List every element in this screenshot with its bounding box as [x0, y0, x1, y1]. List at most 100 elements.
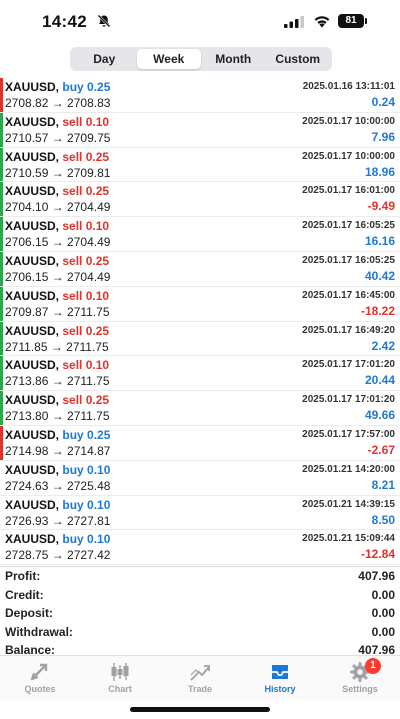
trade-profit: -2.67: [367, 442, 395, 457]
settings-badge: 1: [365, 658, 381, 674]
trade-volume: 0.10: [87, 532, 111, 547]
trade-time: 2025.01.17 10:00:00: [302, 150, 395, 162]
trade-side: sell: [62, 358, 83, 373]
trade-profit: 20.44: [364, 373, 395, 388]
tab-month[interactable]: Month: [201, 49, 266, 69]
trade-row[interactable]: XAUUSD, buy 0.25 2714.98 → 2714.87 2025.01…: [0, 425, 400, 461]
trade-time: 2025.01.21 14:39:15: [302, 498, 395, 510]
trade-side: sell: [62, 288, 83, 303]
trade-side: buy: [62, 80, 84, 94]
trade-indicator-bar: [0, 286, 3, 321]
trade-indicator-bar: [0, 425, 3, 460]
trade-prices: 2709.87 → 2711.75: [5, 304, 110, 319]
trade-profit: -12.84: [360, 547, 395, 562]
trade-row[interactable]: XAUUSD, sell 0.25 2706.15 → 2704.49 2025.0…: [0, 251, 400, 287]
trade-symbol: XAUUSD, buy 0.10: [5, 498, 110, 512]
battery-icon: 81: [338, 14, 367, 28]
trade-time: 2025.01.17 16:49:20: [302, 324, 395, 336]
tab-history[interactable]: History: [240, 656, 320, 700]
trade-volume: 0.25: [85, 184, 110, 199]
trade-profit: 49.66: [364, 408, 395, 423]
trade-row[interactable]: XAUUSD, sell 0.25 2711.85 → 2711.75 2025.0…: [0, 321, 400, 357]
tab-label: History: [264, 684, 296, 694]
tab-label: Quotes: [24, 684, 56, 694]
trade-symbol: XAUUSD, sell 0.25: [5, 150, 109, 164]
trade-indicator-bar: [0, 321, 3, 356]
trade-volume: 0.25: [87, 427, 111, 442]
trade-prices: 2728.75 → 2727.42: [5, 548, 111, 563]
trade-symbol: XAUUSD, buy 0.10: [5, 532, 110, 546]
trade-row[interactable]: XAUUSD, sell 0.10 2713.86 → 2711.75 2025.0…: [0, 356, 400, 392]
trade-row[interactable]: XAUUSD, buy 0.10 2728.75 → 2727.42 2025.01…: [0, 530, 400, 566]
trade-side: buy: [62, 497, 84, 512]
trade-icon: [190, 665, 210, 681]
trade-row[interactable]: XAUUSD, buy 0.10 2724.63 → 2725.48 2025.01…: [0, 461, 400, 496]
trade-symbol: XAUUSD, buy 0.25: [5, 80, 110, 94]
trade-symbol: XAUUSD, sell 0.25: [5, 184, 109, 198]
trade-volume: 0.10: [87, 462, 111, 477]
trade-prices: 2714.98 → 2714.87: [5, 443, 111, 458]
status-bar: 14:42 81: [0, 0, 400, 42]
tab-week[interactable]: Week: [136, 49, 201, 69]
tab-custom[interactable]: Custom: [266, 49, 331, 69]
trade-prices: 2726.93 → 2727.81: [5, 513, 111, 528]
trade-volume: 0.10: [85, 114, 110, 129]
trade-profit: -9.49: [367, 199, 395, 214]
trade-profit: -18.22: [360, 303, 395, 318]
chart-icon: [111, 663, 129, 681]
trade-row[interactable]: XAUUSD, buy 0.25 2708.82 → 2708.83 2025.01…: [0, 78, 400, 113]
tab-label: Chart: [108, 684, 132, 694]
cellular-signal-icon: [284, 16, 304, 28]
trade-profit: 40.42: [364, 268, 395, 283]
trade-indicator-bar: [0, 147, 3, 182]
tab-chart[interactable]: Chart: [80, 656, 160, 700]
symbol-name: XAUUSD,: [5, 149, 60, 164]
trade-volume: 0.10: [85, 358, 110, 373]
trade-side: sell: [62, 114, 83, 129]
trade-row[interactable]: XAUUSD, sell 0.10 2709.87 → 2711.75 2025.0…: [0, 286, 400, 322]
trade-row[interactable]: XAUUSD, buy 0.10 2726.93 → 2727.81 2025.01…: [0, 496, 400, 531]
trade-row[interactable]: XAUUSD, sell 0.25 2710.59 → 2709.81 2025.0…: [0, 147, 400, 183]
symbol-name: XAUUSD,: [5, 288, 60, 303]
trade-symbol: XAUUSD, buy 0.25: [5, 428, 110, 442]
trade-symbol: XAUUSD, sell 0.10: [5, 358, 109, 372]
trade-row[interactable]: XAUUSD, sell 0.25 2704.10 → 2704.49 2025.0…: [0, 182, 400, 218]
summary-label: Deposit:: [5, 606, 53, 621]
trade-symbol: XAUUSD, buy 0.10: [5, 463, 110, 477]
tab-day[interactable]: Day: [72, 49, 137, 69]
home-indicator[interactable]: [130, 707, 270, 712]
trade-row[interactable]: XAUUSD, sell 0.25 2713.80 → 2711.75 2025.0…: [0, 391, 400, 426]
trade-volume: 0.25: [87, 80, 111, 94]
tab-settings[interactable]: 1 Settings: [320, 656, 400, 700]
trade-time: 2025.01.21 15:09:44: [302, 533, 395, 545]
trade-profit: 7.96: [371, 129, 395, 144]
bottom-tab-bar: Quotes Chart Trade History 1 Settings: [0, 655, 400, 700]
trade-symbol: XAUUSD, sell 0.10: [5, 115, 109, 129]
tab-quotes[interactable]: Quotes: [0, 656, 80, 700]
summary-label: Credit:: [5, 587, 44, 602]
summary-value: 407.96: [358, 569, 395, 583]
trade-row[interactable]: XAUUSD, sell 0.10 2706.15 → 2704.49 2025.0…: [0, 217, 400, 252]
trade-volume: 0.10: [85, 288, 110, 303]
trade-time: 2025.01.17 16:05:25: [302, 220, 395, 232]
trade-volume: 0.25: [85, 393, 110, 408]
trade-prices: 2710.57 → 2709.75: [5, 130, 111, 145]
account-summary: Profit: 407.96 Credit: 0.00 Deposit: 0.0…: [0, 566, 400, 660]
trade-indicator-bar: [0, 182, 3, 217]
trade-prices: 2706.15 → 2704.49: [5, 235, 111, 250]
tab-trade[interactable]: Trade: [160, 656, 240, 700]
trade-symbol: XAUUSD, sell 0.25: [5, 254, 109, 268]
trade-side: sell: [62, 184, 83, 199]
trade-side: buy: [62, 427, 84, 442]
symbol-name: XAUUSD,: [5, 532, 60, 547]
trade-profit: 8.50: [371, 512, 395, 527]
trade-profit: 8.21: [371, 477, 395, 492]
symbol-name: XAUUSD,: [5, 253, 60, 268]
trade-side: buy: [62, 462, 84, 477]
trade-prices: 2704.10 → 2704.49: [5, 200, 111, 215]
trade-time: 2025.01.21 14:20:00: [302, 463, 395, 475]
symbol-name: XAUUSD,: [5, 497, 60, 512]
trade-row[interactable]: XAUUSD, sell 0.10 2710.57 → 2709.75 2025.0…: [0, 112, 400, 148]
trade-symbol: XAUUSD, sell 0.10: [5, 219, 109, 233]
trade-time: 2025.01.16 13:11:01: [302, 81, 395, 92]
